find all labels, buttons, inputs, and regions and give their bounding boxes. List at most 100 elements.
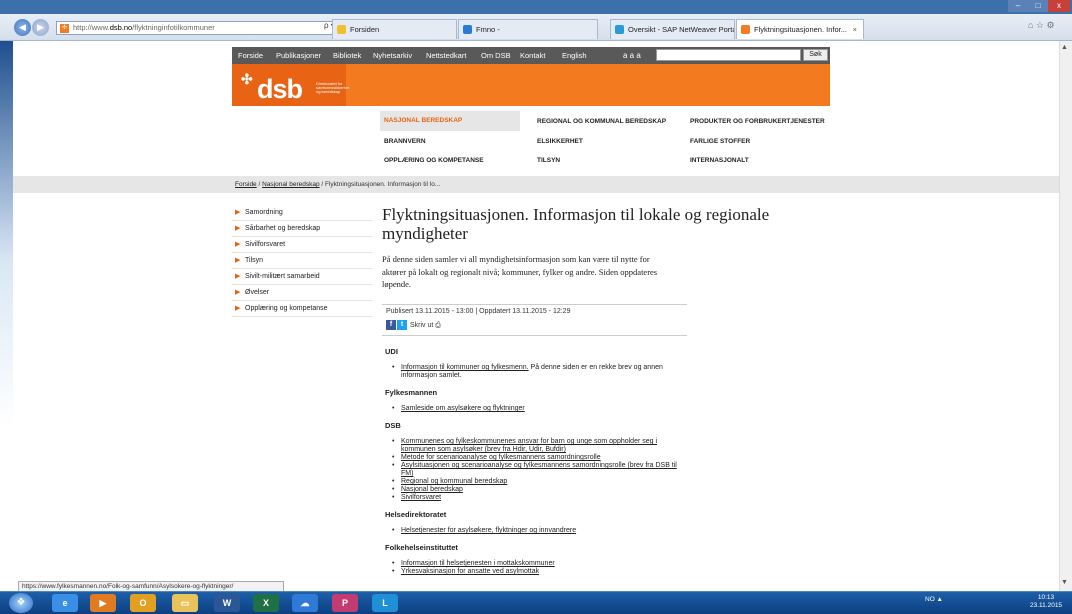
link[interactable]: Informasjon til helsetjenesten i mottaks… — [401, 560, 555, 567]
arrow-right-icon: ▶ — [235, 257, 241, 264]
menu-opplaering[interactable]: OPPLÆRING OG KOMPETANSE — [384, 157, 484, 164]
tab-forsiden[interactable]: Forsiden — [332, 19, 457, 39]
topnav-om-dsb[interactable]: Om DSB — [481, 47, 511, 64]
scroll-down-icon[interactable]: ▼ — [1061, 579, 1068, 586]
leftnav-label: Sårbarhet og beredskap — [245, 225, 321, 232]
left-navigation: ▶ Samordning ▶ Sårbarhet og beredskap ▶ Siv… — [232, 205, 372, 317]
back-arrow-icon[interactable]: ◀ — [14, 19, 31, 36]
forward-arrow-icon[interactable]: ▶ — [32, 19, 49, 36]
topnav-nyhetsarkiv[interactable]: Nyhetsarkiv — [373, 47, 412, 64]
section-heading: UDI — [385, 347, 398, 356]
menu-produkter[interactable]: PRODUKTER OG FORBRUKERTJENESTER — [690, 118, 825, 125]
vertical-scrollbar[interactable] — [1059, 41, 1072, 591]
leftnav-sivilforsvaret[interactable]: ▶ Sivilforsvaret — [232, 237, 372, 253]
file-explorer-taskbar-icon[interactable]: ▭ — [172, 594, 198, 612]
tab-flyktningsituasjonen[interactable]: Flyktningsituasjonen. Infor... × — [736, 19, 864, 39]
ie-taskbar-icon[interactable]: e — [52, 594, 78, 612]
scroll-up-icon[interactable]: ▲ — [1061, 44, 1068, 51]
windows-start-icon[interactable]: ❖ — [9, 593, 33, 613]
section-heading: Folkehelseinstituttet — [385, 543, 458, 552]
breadcrumb-home[interactable]: Forside — [235, 181, 257, 188]
link[interactable]: Kommunenes og fylkeskommunenes ansvar fo… — [401, 438, 657, 453]
menu-farlige-stoffer[interactable]: FARLIGE STOFFER — [690, 138, 750, 145]
search-button[interactable]: Søk — [803, 49, 828, 61]
dsb-logo[interactable]: ✣ dsb Direktoratet for samfunnssikkerhet… — [232, 64, 349, 106]
topnav-forside[interactable]: Forside — [238, 47, 263, 64]
link[interactable]: Yrkesvaksinasjon for ansatte ved asylmot… — [401, 568, 539, 575]
leftnav-sivilt-militaert[interactable]: ▶ Sivilt-militært samarbeid — [232, 269, 372, 285]
breadcrumb-current: Flyktningsituasjonen. Informasjon til lo… — [325, 181, 441, 188]
list-item: Helsetjenester for asylsøkere, flyktning… — [385, 527, 685, 535]
menu-tilsyn[interactable]: TILSYN — [537, 157, 560, 164]
font-size-links[interactable]: a a a — [623, 47, 641, 64]
topnav-nettstedkart[interactable]: Nettstedkart — [426, 47, 466, 64]
link[interactable]: Nasjonal beredskap — [401, 486, 463, 493]
leftnav-opplaering[interactable]: ▶ Opplæring og kompetanse — [232, 301, 372, 317]
tab-fmno[interactable]: Fmno - — [458, 19, 598, 39]
main-menu: NASJONAL BEREDSKAP REGIONAL OG KOMMUNAL … — [232, 106, 830, 172]
link[interactable]: Sivilforsvaret — [401, 494, 441, 501]
menu-internasjonalt[interactable]: INTERNASJONALT — [690, 157, 749, 164]
outlook-taskbar-icon[interactable]: O — [130, 594, 156, 612]
printer-icon[interactable]: ⎙ — [435, 322, 441, 329]
breadcrumb: Forside / Nasjonal beredskap / Flyktning… — [235, 176, 440, 193]
menu-brannvern[interactable]: BRANNVERN — [384, 138, 426, 145]
tab-icon — [337, 25, 346, 34]
facebook-icon[interactable]: f — [386, 320, 396, 330]
media-player-taskbar-icon[interactable]: ▶ — [90, 594, 116, 612]
tab-close-icon[interactable]: × — [853, 20, 857, 39]
browser-tools-icons[interactable]: ⌂ ☆ ⚙ — [1028, 20, 1055, 31]
leftnav-ovelser[interactable]: ▶ Øvelser — [232, 285, 372, 301]
system-tray[interactable]: NO ▲ — [925, 596, 943, 603]
article-lead: På denne siden samler vi all myndighetsi… — [382, 254, 658, 289]
arrow-right-icon: ▶ — [235, 305, 241, 312]
excel-taskbar-icon[interactable]: X — [253, 594, 279, 612]
link[interactable]: Regional og kommunal beredskap — [401, 478, 507, 485]
tab-sap-portal[interactable]: Oversikt - SAP NetWeaver Portal — [610, 19, 735, 39]
topnav-english[interactable]: English — [562, 47, 587, 64]
menu-regional-kommunal[interactable]: REGIONAL OG KOMMUNAL BEREDSKAP — [537, 118, 666, 125]
link[interactable]: Samleside om asylsøkere og flyktninger — [401, 405, 525, 412]
minimize-button[interactable]: – — [1008, 0, 1028, 12]
leftnav-label: Sivilt-militært samarbeid — [245, 273, 320, 280]
leftnav-label: Opplæring og kompetanse — [245, 305, 328, 312]
address-path: /flyktninginfotilkommuner — [132, 23, 215, 32]
link[interactable]: Asylsituasjonen og scenarioanalyse og fy… — [401, 462, 677, 477]
link-list: Informasjon til helsetjenesten i mottaks… — [385, 560, 685, 576]
arrow-right-icon: ▶ — [235, 225, 241, 232]
site-search-input[interactable] — [656, 49, 801, 61]
topnav-kontakt[interactable]: Kontakt — [520, 47, 545, 64]
link[interactable]: Helsetjenester for asylsøkere, flyktning… — [401, 527, 576, 534]
publisher-taskbar-icon[interactable]: P — [332, 594, 358, 612]
maximize-button[interactable]: □ — [1028, 0, 1048, 12]
menu-nasjonal-beredskap[interactable]: NASJONAL BEREDSKAP — [380, 111, 520, 131]
page-title: Flyktningsituasjonen. Informasjon til lo… — [382, 205, 770, 243]
dsb-emblem-icon: ✣ — [241, 71, 253, 87]
lync-taskbar-icon[interactable]: L — [372, 594, 398, 612]
word-taskbar-icon[interactable]: W — [214, 594, 240, 612]
twitter-icon[interactable]: t — [397, 320, 407, 330]
taskbar-clock[interactable]: 10:13 23.11.2015 — [1030, 594, 1062, 610]
onedrive-taskbar-icon[interactable]: ☁ — [292, 594, 318, 612]
link[interactable]: Informasjon til kommuner og fylkesmenn. — [401, 364, 529, 371]
topnav-bibliotek[interactable]: Bibliotek — [333, 47, 361, 64]
menu-elsikkerhet[interactable]: ELSIKKERHET — [537, 138, 583, 145]
print-label[interactable]: Skriv ut — [410, 322, 433, 329]
leftnav-label: Sivilforsvaret — [245, 241, 286, 248]
link-list: Helsetjenester for asylsøkere, flyktning… — [385, 527, 685, 535]
leftnav-sarbarhet[interactable]: ▶ Sårbarhet og beredskap — [232, 221, 372, 237]
address-bar[interactable]: ✣ http://www.dsb.no/flyktninginfotilkomm… — [56, 21, 368, 35]
link-list: Informasjon til kommuner og fylkesmenn. … — [385, 364, 685, 380]
tab-icon — [741, 25, 750, 34]
desktop-background — [0, 41, 13, 591]
section-heading: Fylkesmannen — [385, 388, 438, 397]
leftnav-label: Samordning — [245, 209, 283, 216]
tab-label: Fmno - — [476, 25, 500, 34]
list-item: Informasjon til helsetjenesten i mottaks… — [385, 560, 685, 568]
close-button[interactable]: x — [1048, 0, 1070, 12]
link[interactable]: Metode for scenarioanalyse og fylkesmann… — [401, 454, 601, 461]
topnav-publikasjoner[interactable]: Publikasjoner — [276, 47, 321, 64]
breadcrumb-section[interactable]: Nasjonal beredskap — [262, 181, 319, 188]
leftnav-tilsyn[interactable]: ▶ Tilsyn — [232, 253, 372, 269]
leftnav-samordning[interactable]: ▶ Samordning — [232, 205, 372, 221]
